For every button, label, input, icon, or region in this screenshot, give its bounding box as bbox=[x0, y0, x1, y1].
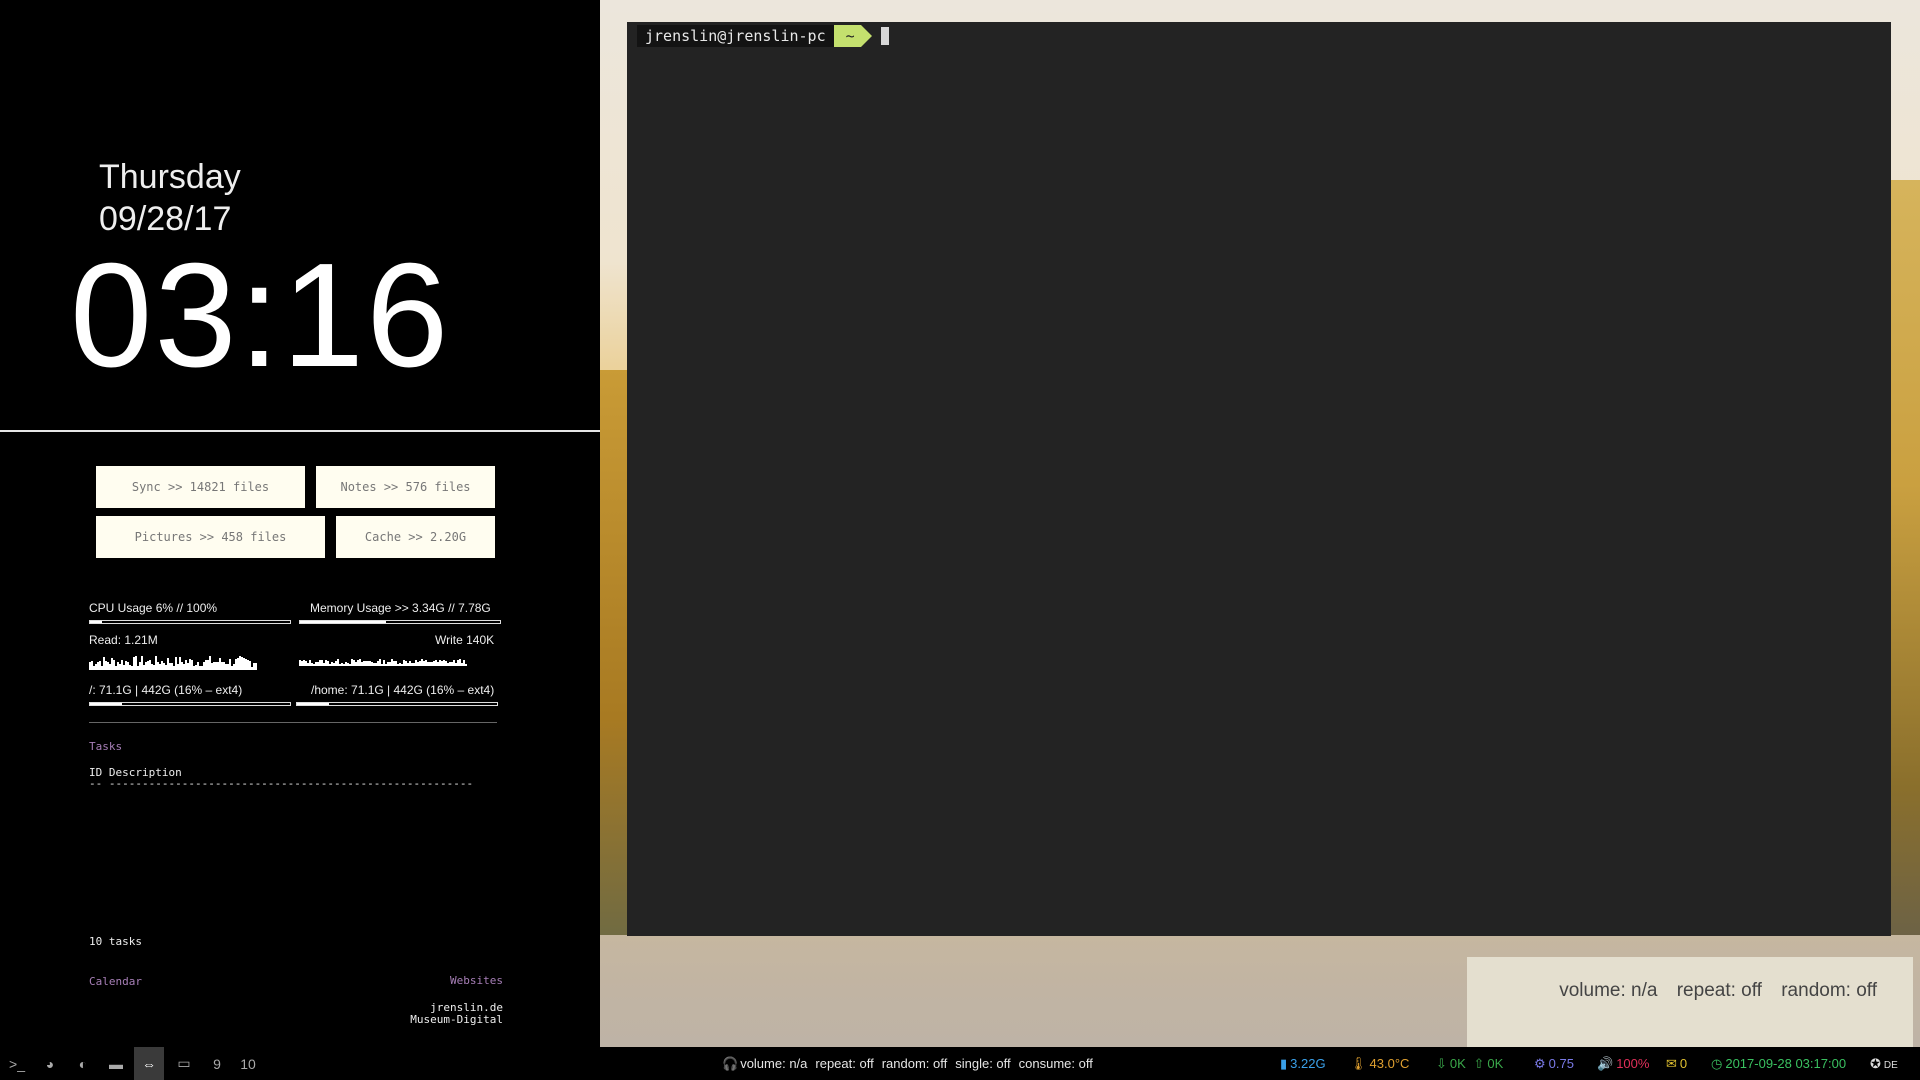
terminal-cursor bbox=[880, 27, 889, 45]
datetime-indicator: ◷ 2017-09-28 03:17:00 bbox=[1711, 1056, 1846, 1072]
headphones-icon: 🎧 bbox=[722, 1056, 739, 1071]
bar-consume: consume: off bbox=[1018, 1056, 1093, 1071]
upload-icon: ⇧ bbox=[1473, 1056, 1485, 1071]
speaker-icon: 🔊 bbox=[1597, 1056, 1614, 1071]
shell-prompt: jrenslin@jrenslin-pc ~ bbox=[637, 25, 889, 47]
notes-stat-box: Notes >> 576 files bbox=[316, 466, 495, 508]
website-link-museum-digital[interactable]: Museum-Digital bbox=[410, 1013, 503, 1026]
load-value: 0.75 bbox=[1548, 1056, 1574, 1071]
bar-repeat: repeat: off bbox=[815, 1056, 874, 1071]
bar-single: single: off bbox=[955, 1056, 1011, 1071]
net-up-value: 0K bbox=[1487, 1056, 1504, 1071]
workspace-book-icon[interactable]: ▭ bbox=[169, 1047, 199, 1080]
cpu-usage-label: CPU Usage 6% // 100% bbox=[89, 601, 218, 615]
download-icon: ⇩ bbox=[1436, 1056, 1447, 1071]
prompt-user-host: jrenslin@jrenslin-pc bbox=[637, 25, 834, 47]
clock-time: 03:16 bbox=[70, 233, 451, 398]
mail-icon: ✉ bbox=[1666, 1056, 1677, 1071]
popup-repeat: repeat: off bbox=[1676, 980, 1762, 1001]
temperature-icon: 🌡 bbox=[1350, 1056, 1367, 1071]
load-indicator: ⚙ 0.75 bbox=[1534, 1056, 1574, 1072]
tasks-divider bbox=[89, 722, 497, 723]
root-fs-bar bbox=[89, 702, 291, 706]
memory-usage-fill bbox=[300, 621, 386, 623]
memory-usage-bar bbox=[299, 620, 501, 624]
wallpaper-tree-left bbox=[600, 370, 628, 950]
cpu-icon: ⚙ bbox=[1534, 1056, 1546, 1071]
cpu-usage-fill bbox=[90, 621, 102, 623]
tasks-heading: Tasks bbox=[89, 740, 123, 753]
cache-stat-box: Cache >> 2.20G bbox=[336, 516, 495, 558]
workspace-10[interactable]: 10 bbox=[233, 1047, 263, 1080]
workspace-folder-icon[interactable]: ▬ bbox=[101, 1047, 131, 1080]
memory-indicator: ▮ 3.22G bbox=[1280, 1056, 1326, 1072]
tasks-underline: -- -------------------------------------… bbox=[89, 777, 474, 790]
tasks-count: 10 tasks bbox=[89, 935, 142, 948]
graph-bar bbox=[465, 664, 467, 666]
root-fs-label: /: 71.1G | 442G (16% – ext4) bbox=[89, 683, 243, 697]
disk-read-graph bbox=[89, 654, 257, 670]
mail-indicator[interactable]: ✉ 0 bbox=[1666, 1056, 1687, 1072]
popup-volume: volume: n/a bbox=[1559, 980, 1658, 1001]
terminal-window[interactable]: jrenslin@jrenslin-pc ~ bbox=[627, 22, 1891, 936]
disk-write-label: Write 140K bbox=[435, 633, 495, 647]
datetime-value: 2017-09-28 03:17:00 bbox=[1725, 1056, 1847, 1071]
workspace-9[interactable]: 9 bbox=[202, 1047, 232, 1080]
network-indicator: ⇩ 0K ⇧ 0K bbox=[1436, 1056, 1503, 1072]
home-fs-fill bbox=[297, 703, 329, 705]
memory-usage-label: Memory Usage >> 3.34G // 7.78G bbox=[310, 601, 491, 615]
workspace-link-icon[interactable]: ⇔ bbox=[134, 1047, 164, 1080]
keyboard-layout-indicator[interactable]: ✪ DE bbox=[1870, 1056, 1898, 1072]
conky-panel: Thursday 09/28/17 03:16 Sync >> 14821 fi… bbox=[0, 0, 600, 1047]
calendar-heading: Calendar bbox=[89, 975, 142, 988]
cpu-usage-bar bbox=[89, 620, 291, 624]
layout-value: DE bbox=[1883, 1060, 1898, 1071]
weekday-label: Thursday bbox=[99, 158, 241, 196]
graph-bar bbox=[255, 663, 257, 670]
temperature-value: 43.0°C bbox=[1369, 1056, 1410, 1071]
volume-indicator[interactable]: 🔊 100% bbox=[1597, 1056, 1649, 1072]
memory-value: 3.22G bbox=[1290, 1056, 1326, 1071]
bar-volume: volume: n/a bbox=[740, 1056, 808, 1071]
disk-write-graph bbox=[299, 650, 467, 666]
websites-heading: Websites bbox=[450, 974, 503, 987]
workspace-contrast-icon[interactable]: ◐ bbox=[68, 1047, 98, 1080]
home-fs-bar bbox=[296, 702, 498, 706]
net-down-value: 0K bbox=[1449, 1056, 1466, 1071]
workspace-terminal-icon[interactable]: >_ bbox=[2, 1047, 32, 1080]
prompt-cwd: ~ bbox=[833, 25, 872, 47]
bar-random: random: off bbox=[881, 1056, 948, 1071]
volume-value: 100% bbox=[1616, 1056, 1650, 1071]
status-bar: >_ ◕ ◐ ▬ ⇔ ▭ 9 10 🎧 volume: n/a repeat: of… bbox=[0, 1047, 1920, 1080]
mpd-status[interactable]: 🎧 volume: n/a repeat: off random: off single… bbox=[722, 1056, 1101, 1072]
pictures-stat-box: Pictures >> 458 files bbox=[96, 516, 325, 558]
disk-read-label: Read: 1.21M bbox=[89, 633, 158, 647]
root-fs-fill bbox=[90, 703, 122, 705]
workspace-globe-icon[interactable]: ◕ bbox=[35, 1047, 65, 1080]
temperature-indicator: 🌡 43.0°C bbox=[1350, 1056, 1409, 1072]
memory-icon: ▮ bbox=[1280, 1056, 1288, 1071]
panel-divider bbox=[0, 430, 600, 432]
wallpaper-tree-right bbox=[1890, 180, 1920, 940]
mpd-notification: volume: n/a repeat: off random: off bbox=[1467, 957, 1913, 1047]
clock-icon: ◷ bbox=[1711, 1056, 1723, 1071]
sync-stat-box: Sync >> 14821 files bbox=[96, 466, 305, 508]
mail-count: 0 bbox=[1679, 1056, 1688, 1071]
popup-random: random: off bbox=[1781, 980, 1877, 1001]
home-fs-label: /home: 71.1G | 442G (16% – ext4) bbox=[311, 683, 495, 697]
app-logo-icon: ✪ bbox=[1870, 1056, 1881, 1071]
